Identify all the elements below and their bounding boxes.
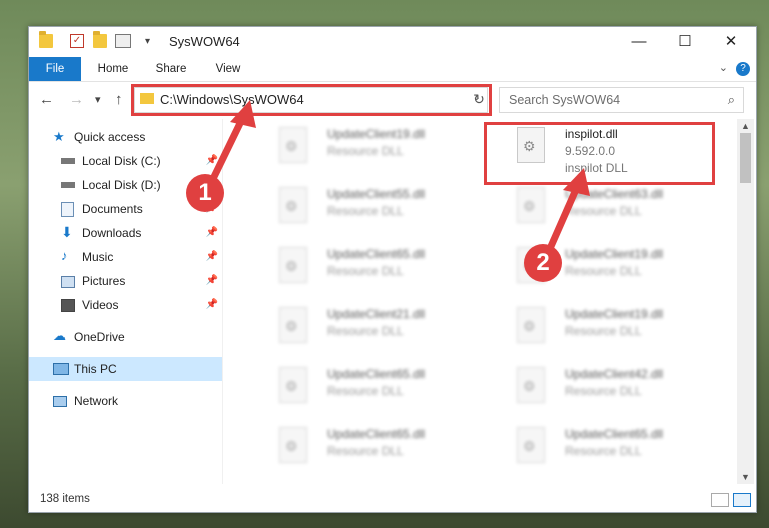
arrow-2-head: [563, 168, 590, 196]
step-2-badge: 2: [524, 244, 562, 282]
step-1-badge: 1: [186, 174, 224, 212]
arrow-1-shaft: [206, 111, 248, 189]
arrow-1-head: [230, 100, 256, 128]
annotation-arrows: [206, 100, 590, 264]
